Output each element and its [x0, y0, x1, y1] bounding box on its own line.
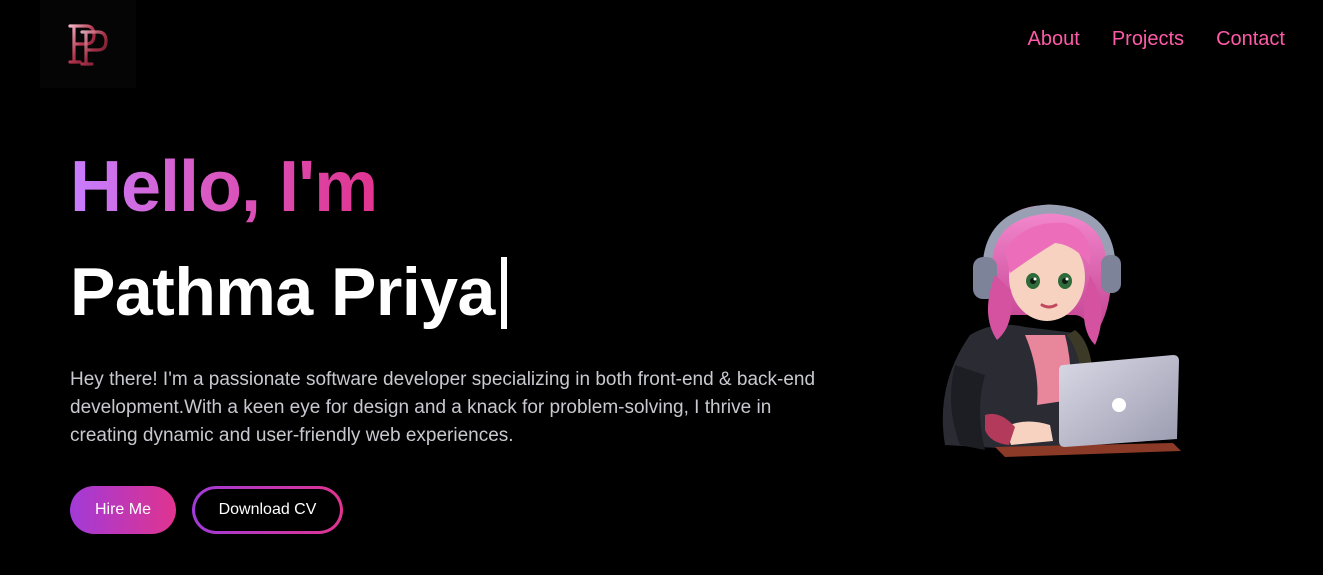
nav-link-about[interactable]: About: [1028, 28, 1080, 51]
site-logo[interactable]: [40, 0, 136, 88]
hire-me-button[interactable]: Hire Me: [70, 486, 176, 534]
download-cv-border: Download CV: [192, 486, 343, 534]
hero-name-text: Pathma Priya: [70, 254, 495, 330]
hero-greeting: Hello, I'm: [70, 147, 378, 227]
pp-monogram-icon: [68, 24, 108, 66]
nav-link-projects[interactable]: Projects: [1112, 28, 1184, 51]
typing-cursor: [500, 257, 507, 329]
hero-name: Pathma Priya: [70, 255, 507, 330]
download-cv-button[interactable]: Download CV: [195, 489, 340, 531]
hero-intro: Hey there! I'm a passionate software dev…: [70, 369, 816, 446]
main-nav: About Projects Contact: [1028, 28, 1285, 51]
nav-link-contact[interactable]: Contact: [1216, 28, 1285, 51]
developer-girl-with-laptop-icon: [942, 204, 1181, 457]
portfolio-page: About Projects Contact Hello, I'm Pathma…: [0, 0, 1323, 575]
